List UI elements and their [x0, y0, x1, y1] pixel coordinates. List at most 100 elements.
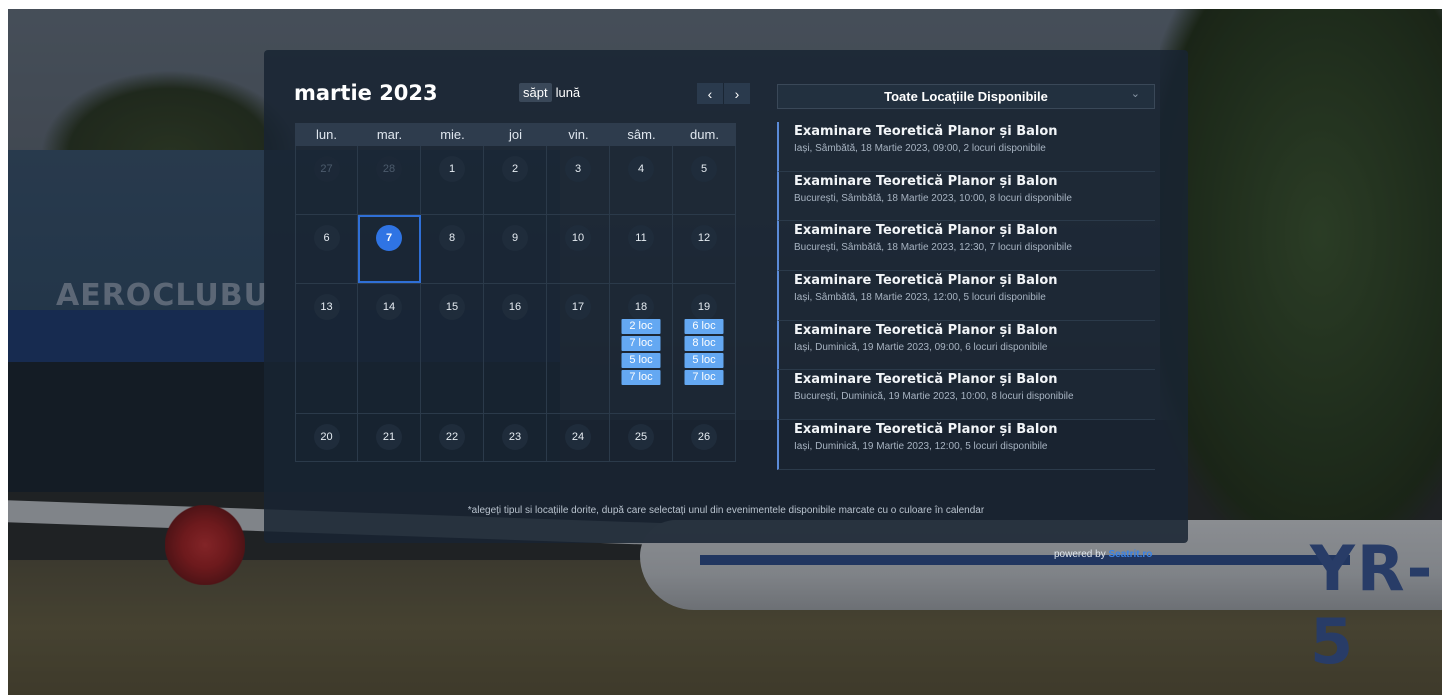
slot-badge[interactable]: 7 loc: [621, 336, 661, 351]
event-item[interactable]: Examinare Teoretică Planor și Balon Iași…: [777, 320, 1155, 371]
calendar-day[interactable]: 25: [610, 414, 673, 461]
top-border: [0, 0, 1442, 9]
help-footnote: *alegeți tipul si locațiile dorite, după…: [467, 505, 985, 516]
weekday-label: mar.: [376, 127, 403, 142]
calendar-day[interactable]: 23: [484, 414, 547, 461]
event-item[interactable]: Examinare Teoretică Planor și Balon Iași…: [777, 271, 1155, 321]
day-number: 20: [313, 424, 340, 450]
calendar-title: martie 2023: [294, 81, 438, 105]
calendar-day[interactable]: 13: [295, 284, 358, 413]
weekday-label: vin.: [568, 127, 589, 142]
event-title: Examinare Teoretică Planor și Balon: [794, 322, 1058, 338]
event-item[interactable]: Examinare Teoretică Planor și Balon Iași…: [777, 420, 1155, 470]
slot-badge[interactable]: 8 loc: [684, 336, 724, 351]
day-number: 13: [313, 294, 340, 320]
calendar-day[interactable]: 9: [484, 215, 547, 283]
calendar-day[interactable]: 1: [421, 146, 484, 214]
calendar-week: 20 21 22 23 24 25 26: [295, 414, 736, 462]
day-number: 2: [502, 156, 528, 182]
calendar-day[interactable]: 10: [547, 215, 610, 283]
location-select[interactable]: Toate Locațiile Disponibile ⌄: [777, 84, 1155, 109]
calendar-day[interactable]: 27: [295, 146, 358, 214]
day-number: 5: [691, 156, 717, 182]
event-item[interactable]: Examinare Teoretică Planor și Balon Bucu…: [777, 370, 1155, 421]
calendar-day[interactable]: 12: [673, 215, 736, 283]
day-number: 17: [565, 294, 591, 320]
event-details: București, Sâmbătă, 18 Martie 2023, 10:0…: [794, 192, 1072, 204]
slot-list: 2 loc 7 loc 5 loc 7 loc: [621, 319, 661, 385]
day-number: 11: [628, 225, 654, 251]
day-number: 1: [439, 156, 465, 182]
day-number: 8: [439, 225, 465, 251]
calendar-day[interactable]: 17: [547, 284, 610, 413]
weekday-header: lun. mar. mie. joi vin. sâm. dum.: [295, 123, 736, 146]
powered-by-text: powered by: [1054, 549, 1106, 560]
day-number: 26: [691, 424, 717, 450]
day-number: 6: [313, 225, 340, 251]
calendar-day[interactable]: 3: [547, 146, 610, 214]
calendar-day[interactable]: 2: [484, 146, 547, 214]
month-nav: ‹ ›: [697, 83, 750, 104]
calendar-day-today[interactable]: 7: [358, 215, 421, 283]
event-item[interactable]: Examinare Teoretică Planor și Balon Iași…: [777, 122, 1155, 172]
view-month-button[interactable]: lună: [552, 83, 585, 102]
today-badge: 7: [376, 225, 402, 251]
calendar-day[interactable]: 5: [673, 146, 736, 214]
slot-badge[interactable]: 6 loc: [684, 319, 724, 334]
calendar-day[interactable]: 6: [295, 215, 358, 283]
slot-badge[interactable]: 7 loc: [684, 370, 724, 385]
powered-by-link[interactable]: Seatrit.ro: [1108, 549, 1152, 560]
weekday-label: lun.: [316, 127, 337, 142]
day-number: 12: [691, 225, 717, 251]
event-details: București, Duminică, 19 Martie 2023, 10:…: [794, 391, 1074, 403]
day-number: 22: [439, 424, 465, 450]
day-number: 9: [502, 225, 528, 251]
chevron-down-icon: ⌄: [1130, 88, 1140, 100]
event-title: Examinare Teoretică Planor și Balon: [794, 372, 1058, 388]
calendar-day[interactable]: 24: [547, 414, 610, 461]
calendar-day[interactable]: 15: [421, 284, 484, 413]
calendar-day[interactable]: 11: [610, 215, 673, 283]
calendar-day[interactable]: 21: [358, 414, 421, 461]
calendar-week: 13 14 15 16 17 18 2 loc 7 loc 5 loc 7 lo…: [295, 284, 736, 414]
chevron-left-icon[interactable]: ‹: [697, 83, 723, 104]
slot-badge[interactable]: 5 loc: [684, 353, 724, 368]
view-toggle: săpt lună: [519, 83, 584, 102]
event-item[interactable]: Examinare Teoretică Planor și Balon Bucu…: [777, 221, 1155, 272]
left-border: [0, 0, 8, 695]
calendar-day[interactable]: 20: [295, 414, 358, 461]
calendar-day[interactable]: 8: [421, 215, 484, 283]
event-title: Examinare Teoretică Planor și Balon: [794, 124, 1058, 139]
day-number: 3: [565, 156, 591, 182]
event-details: București, Sâmbătă, 18 Martie 2023, 12:3…: [794, 242, 1072, 254]
calendar-day[interactable]: 14: [358, 284, 421, 413]
event-list: Examinare Teoretică Planor și Balon Iași…: [777, 122, 1155, 470]
day-number: 18: [628, 294, 654, 320]
slot-badge[interactable]: 7 loc: [621, 370, 661, 385]
event-details: Iași, Sâmbătă, 18 Martie 2023, 12:00, 5 …: [794, 292, 1046, 304]
slot-badge[interactable]: 5 loc: [621, 353, 661, 368]
calendar-day[interactable]: 16: [484, 284, 547, 413]
day-number: 10: [565, 225, 591, 251]
chevron-right-icon[interactable]: ›: [723, 83, 750, 104]
calendar-grid: lun. mar. mie. joi vin. sâm. dum. 27 28 …: [295, 123, 736, 462]
day-number: 21: [376, 424, 402, 450]
powered-by: powered by Seatrit.ro: [1054, 549, 1152, 560]
event-title: Examinare Teoretică Planor și Balon: [794, 273, 1058, 289]
slot-badge[interactable]: 2 loc: [621, 319, 661, 334]
day-number: 19: [691, 294, 717, 320]
calendar-day[interactable]: 4: [610, 146, 673, 214]
event-item[interactable]: Examinare Teoretică Planor și Balon Bucu…: [777, 171, 1155, 222]
calendar-day[interactable]: 26: [673, 414, 736, 461]
calendar-day[interactable]: 22: [421, 414, 484, 461]
calendar-day[interactable]: 18 2 loc 7 loc 5 loc 7 loc: [610, 284, 673, 413]
day-number: 27: [313, 156, 340, 182]
calendar-week: 6 7 8 9 10 11 12: [295, 215, 736, 284]
slot-list: 6 loc 8 loc 5 loc 7 loc: [684, 319, 724, 385]
weekday-label: joi: [508, 127, 522, 142]
calendar-day[interactable]: 28: [358, 146, 421, 214]
calendar-day[interactable]: 19 6 loc 8 loc 5 loc 7 loc: [673, 284, 736, 413]
view-week-button[interactable]: săpt: [519, 83, 552, 102]
calendar-week: 27 28 1 2 3 4 5: [295, 146, 736, 215]
day-number: 4: [628, 156, 654, 182]
